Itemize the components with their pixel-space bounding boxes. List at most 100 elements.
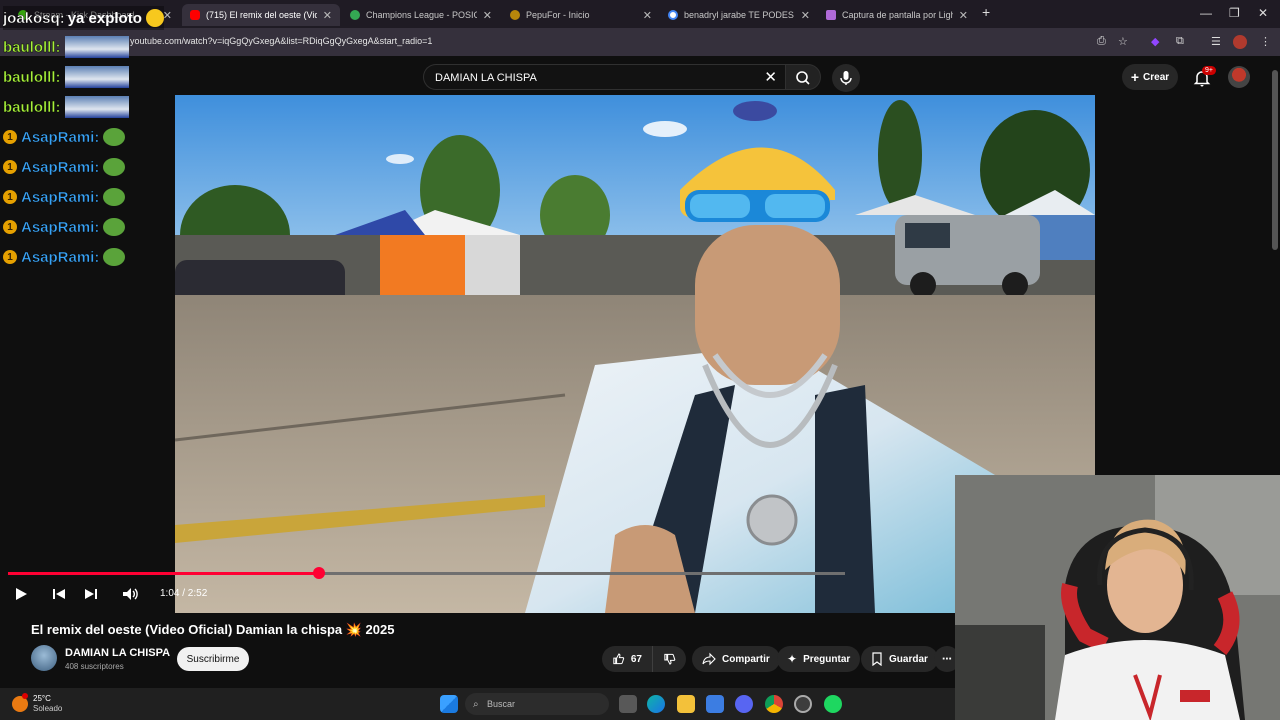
search-icon: ⌕ xyxy=(473,698,479,710)
youtube-header: DAMIAN LA CHISPA ✕ + Crear 9+ xyxy=(0,56,1280,96)
google-icon xyxy=(350,10,360,20)
chat-line: joakosq: ya exploto xyxy=(3,6,164,30)
close-icon[interactable]: ✕ xyxy=(643,9,652,22)
youtube-icon xyxy=(190,10,200,20)
tab-pepufor[interactable]: PepuFor - Inicio ✕ xyxy=(502,4,660,26)
maximize-button[interactable]: ❐ xyxy=(1229,6,1240,20)
ask-button[interactable]: ✦ Preguntar xyxy=(777,646,861,672)
chrome-icon[interactable] xyxy=(765,695,783,713)
car-emote-icon xyxy=(64,96,129,118)
frog-emote-icon xyxy=(103,248,126,266)
extensions-icon[interactable]: ⧉ xyxy=(1176,35,1184,48)
new-tab-button[interactable]: + xyxy=(982,4,990,20)
dislike-button[interactable] xyxy=(652,646,686,672)
google-icon xyxy=(668,10,678,20)
previous-icon[interactable] xyxy=(50,585,68,603)
channel-avatar[interactable] xyxy=(31,645,57,671)
close-icon[interactable]: ✕ xyxy=(163,9,172,22)
subscriber-badge-icon: 1 xyxy=(3,220,17,234)
install-app-icon[interactable]: ⎙ xyxy=(1097,35,1106,48)
webcam-overlay xyxy=(955,475,1280,720)
tab-youtube-video[interactable]: (715) El remix del oeste (Video Oficial)… xyxy=(182,4,340,26)
subscriber-badge-icon: 1 xyxy=(3,130,17,144)
more-icon: ⋯ xyxy=(942,653,952,665)
time-display: 1:04 / 2:52 xyxy=(160,588,208,599)
emoji-emote-icon xyxy=(145,9,164,27)
twitch-extension-icon[interactable]: ◆ xyxy=(1151,35,1159,48)
close-icon[interactable]: ✕ xyxy=(483,9,492,22)
minimize-button[interactable]: — xyxy=(1200,6,1212,20)
close-icon[interactable]: ✕ xyxy=(323,9,332,22)
profile-avatar[interactable] xyxy=(1233,35,1247,49)
windows-start-icon[interactable] xyxy=(440,695,458,713)
file-explorer-icon[interactable] xyxy=(677,695,695,713)
tab-benadryl-search[interactable]: benadryl jarabe TE PODES DROGAR ✕ xyxy=(660,4,818,26)
tab-lightshot[interactable]: Captura de pantalla por Lightshot ✕ xyxy=(818,4,976,26)
sparkle-icon: ✦ xyxy=(787,652,798,666)
edge-browser-icon[interactable] xyxy=(647,695,665,713)
address-bar: youtube.com/watch?v=iqGgQyGxegA&list=RDi… xyxy=(0,28,1280,56)
plus-icon: + xyxy=(1130,69,1140,85)
bookmark-icon xyxy=(872,652,882,666)
thumbs-down-icon xyxy=(664,653,676,665)
subscriber-count: 408 suscriptores xyxy=(65,662,124,671)
obs-icon[interactable] xyxy=(794,695,812,713)
car-emote-icon xyxy=(64,66,129,88)
channel-name[interactable]: DAMIAN LA CHISPA xyxy=(65,647,170,659)
share-button[interactable]: Compartir xyxy=(692,646,780,672)
chat-line: 1 AsapRami: xyxy=(3,125,126,149)
pepufor-icon xyxy=(510,10,520,20)
chat-line: baulolll: xyxy=(3,95,129,119)
share-icon xyxy=(702,652,716,666)
browser-tab-strip: Stream - Kick Dashboard ✕ (715) El remix… xyxy=(0,0,1280,28)
spotify-icon[interactable] xyxy=(824,695,842,713)
page-scrollbar[interactable] xyxy=(1272,70,1278,250)
subscriber-badge-icon: 1 xyxy=(3,160,17,174)
chat-line: 1 AsapRami: xyxy=(3,245,126,269)
chat-line: baulolll: xyxy=(3,35,129,59)
video-title: El remix del oeste (Video Oficial) Damia… xyxy=(31,622,395,637)
task-view-icon[interactable] xyxy=(619,695,637,713)
subscriber-badge-icon: 1 xyxy=(3,190,17,204)
microphone-icon xyxy=(840,71,852,85)
account-avatar[interactable] xyxy=(1228,66,1250,88)
frog-emote-icon xyxy=(103,218,126,236)
discord-icon[interactable] xyxy=(735,695,753,713)
subscribe-button[interactable]: Suscribirme xyxy=(177,647,249,671)
save-button[interactable]: Guardar xyxy=(861,646,938,672)
taskbar-search-input[interactable]: ⌕ Buscar xyxy=(465,693,609,715)
tab-search-icon[interactable]: ☰ xyxy=(1211,35,1221,48)
subscriber-badge-icon: 1 xyxy=(3,250,17,264)
close-icon[interactable]: ✕ xyxy=(801,9,810,22)
create-button[interactable]: + Crear xyxy=(1122,64,1178,90)
thumbs-up-icon xyxy=(613,653,625,665)
search-input[interactable]: DAMIAN LA CHISPA ✕ xyxy=(423,64,785,90)
voice-search-button[interactable] xyxy=(832,64,860,92)
tab-champions-league[interactable]: Champions League - POSICIONES ✕ xyxy=(342,4,500,26)
next-icon[interactable] xyxy=(82,585,100,603)
search-icon xyxy=(796,71,810,85)
chat-line: baulolll: xyxy=(3,65,129,89)
bookmark-star-icon[interactable]: ☆ xyxy=(1118,35,1128,48)
close-icon[interactable]: ✕ xyxy=(959,9,968,22)
weather-description: Soleado xyxy=(33,704,63,713)
play-icon[interactable] xyxy=(12,585,30,603)
weather-temperature: 25°C xyxy=(33,694,51,703)
frog-emote-icon xyxy=(103,188,126,206)
car-emote-icon xyxy=(64,36,129,58)
lightshot-icon xyxy=(826,10,836,20)
search-button[interactable] xyxy=(785,64,821,90)
progress-bar[interactable] xyxy=(8,567,845,579)
frog-emote-icon xyxy=(103,128,126,146)
chat-line: 1 AsapRami: xyxy=(3,215,126,239)
close-window-button[interactable]: ✕ xyxy=(1258,6,1268,20)
menu-icon[interactable]: ⋮ xyxy=(1260,35,1271,48)
chat-line: 1 AsapRami: xyxy=(3,155,126,179)
microsoft-store-icon[interactable] xyxy=(706,695,724,713)
weather-alert-badge-icon xyxy=(22,693,28,699)
volume-icon[interactable] xyxy=(121,585,139,603)
url-field[interactable]: youtube.com/watch?v=iqGgQyGxegA&list=RDi… xyxy=(130,36,432,46)
like-button[interactable]: 67 xyxy=(602,646,652,672)
clear-search-icon[interactable]: ✕ xyxy=(764,68,777,86)
like-count: 67 xyxy=(630,653,642,665)
